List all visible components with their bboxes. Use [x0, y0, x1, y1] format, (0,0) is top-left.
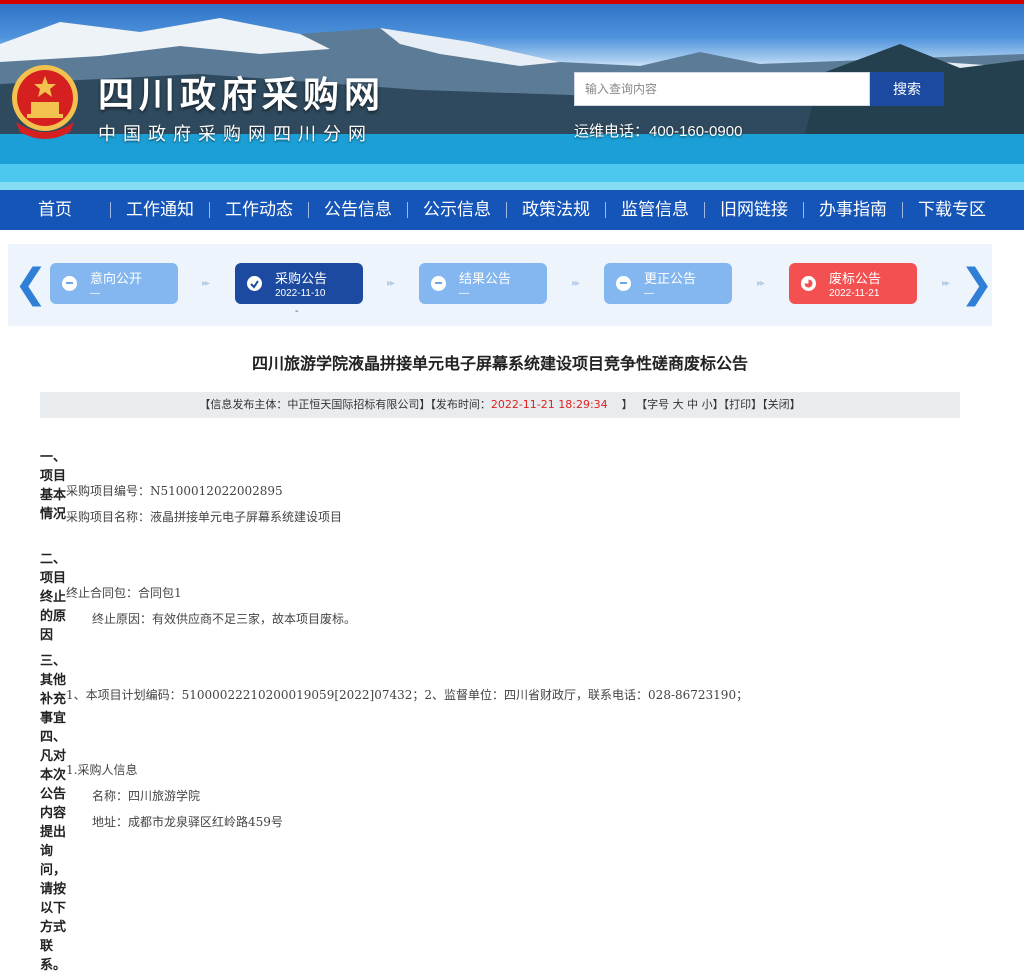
double-chevron-icon: ▸▸ — [942, 278, 950, 289]
paragraph: 1.采购人信息 — [66, 763, 138, 777]
nav-item-policies[interactable]: 政策法规 — [507, 190, 605, 230]
double-chevron-icon: ▸▸ — [202, 278, 210, 289]
paragraph: 采购项目名称：液晶拼接单元电子屏幕系统建设项目 — [66, 510, 343, 524]
main-nav: 首页 工作通知 工作动态 公告信息 公示信息 政策法规 监管信息 旧网链接 办事… — [0, 190, 1024, 230]
meta-publisher: 【信息发布主体：中正恒天国际招标有限公司】【发布时间： — [199, 398, 491, 411]
article-meta-bar: 【信息发布主体：中正恒天国际招标有限公司】【发布时间：2022-11-21 18… — [40, 392, 960, 418]
announcement-stepper: ❮ 意向公开 — ▸▸ 采购公告 2022-11-10 - ▸▸ 结果公告 — … — [8, 244, 994, 326]
search-input[interactable] — [574, 72, 870, 106]
paragraph: 终止原因：有效供应商不足三家，故本项目废标。 — [92, 612, 357, 626]
step-intention[interactable]: 意向公开 — — [50, 263, 178, 304]
stepper-next-arrow-icon[interactable]: ❯ — [960, 264, 994, 304]
step-date: — — [459, 288, 469, 299]
nav-item-supervision[interactable]: 监管信息 — [606, 190, 704, 230]
meta-publish-time: 2022-11-21 18:29:34 — [490, 398, 608, 411]
check-circle-icon — [247, 276, 262, 291]
nav-item-guide[interactable]: 办事指南 — [804, 190, 902, 230]
double-chevron-icon: ▸▸ — [757, 278, 765, 289]
print-link[interactable]: 【打印】 — [724, 398, 763, 411]
section-heading: 三、其他补充事宜 — [40, 654, 67, 726]
search-button[interactable]: 搜索 — [870, 72, 944, 106]
meta-time-suffix: 】 — [621, 398, 633, 411]
paragraph: 1、本项目计划编码：51000022210200019059[2022]0743… — [66, 688, 749, 702]
section-heading: 二、项目终止的原因 — [40, 552, 67, 643]
hotline-text: 运维电话：400-160-0900 — [574, 123, 743, 140]
nav-item-work-news[interactable]: 工作动态 — [210, 190, 308, 230]
minus-circle-icon — [62, 276, 77, 291]
step-date: 2022-11-10 — [275, 288, 326, 299]
step-date: — — [644, 288, 654, 299]
step-result[interactable]: 结果公告 — — [419, 263, 547, 304]
step-label: 结果公告 — [459, 271, 512, 286]
double-chevron-icon: ▸▸ — [572, 278, 580, 289]
nav-item-old-site[interactable]: 旧网链接 — [705, 190, 803, 230]
paragraph: 地址：成都市龙泉驿区红岭路459号 — [92, 815, 283, 829]
minus-circle-icon — [616, 276, 631, 291]
step-label: 采购公告 — [275, 271, 328, 286]
site-title[interactable]: 四川政府采购网 — [98, 66, 385, 118]
paragraph: 终止合同包：合同包1 — [66, 586, 182, 600]
paragraph: 采购项目编号：N5100012022002895 — [66, 484, 283, 498]
step-label: 意向公开 — [90, 271, 143, 286]
step-procurement[interactable]: 采购公告 2022-11-10 — [235, 263, 363, 304]
double-chevron-icon: ▸▸ — [387, 278, 395, 289]
nav-item-downloads[interactable]: 下载专区 — [903, 190, 1001, 230]
site-subtitle: 中国政府采购网四川分网 — [98, 124, 373, 145]
step-cancellation[interactable]: 废标公告 2022-11-21 — [789, 263, 917, 304]
national-emblem-icon — [12, 65, 78, 139]
paragraph: 名称：四川旅游学院 — [92, 789, 201, 803]
article-title: 四川旅游学院液晶拼接单元电子屏幕系统建设项目竞争性磋商废标公告 — [251, 354, 748, 373]
step-date: 2022-11-21 — [829, 288, 880, 299]
nav-item-work-notice[interactable]: 工作通知 — [111, 190, 209, 230]
stepper-prev-arrow-icon[interactable]: ❮ — [14, 264, 48, 304]
minus-circle-icon — [431, 276, 446, 291]
clock-circle-icon — [801, 276, 816, 291]
nav-item-announcements[interactable]: 公告信息 — [309, 190, 407, 230]
step-below-mark: - — [295, 306, 299, 317]
nav-item-publicity[interactable]: 公示信息 — [408, 190, 506, 230]
step-correction[interactable]: 更正公告 — — [604, 263, 732, 304]
step-label: 更正公告 — [644, 271, 697, 286]
nav-item-home[interactable]: 首页 — [0, 190, 110, 230]
section-heading: 四、凡对本次公告内容提出询问，请按以下方式联系。 — [40, 730, 67, 973]
header-banner: 四川政府采购网 中国政府采购网四川分网 搜索 运维电话：400-160-0900 — [0, 4, 1024, 190]
step-label: 废标公告 — [829, 271, 882, 286]
close-link[interactable]: 【关闭】 — [762, 398, 801, 411]
step-date: — — [90, 288, 100, 299]
section-heading: 一、项目基本情况 — [40, 450, 67, 522]
font-size-control[interactable]: 【字号 大 中 小】 — [636, 398, 724, 411]
